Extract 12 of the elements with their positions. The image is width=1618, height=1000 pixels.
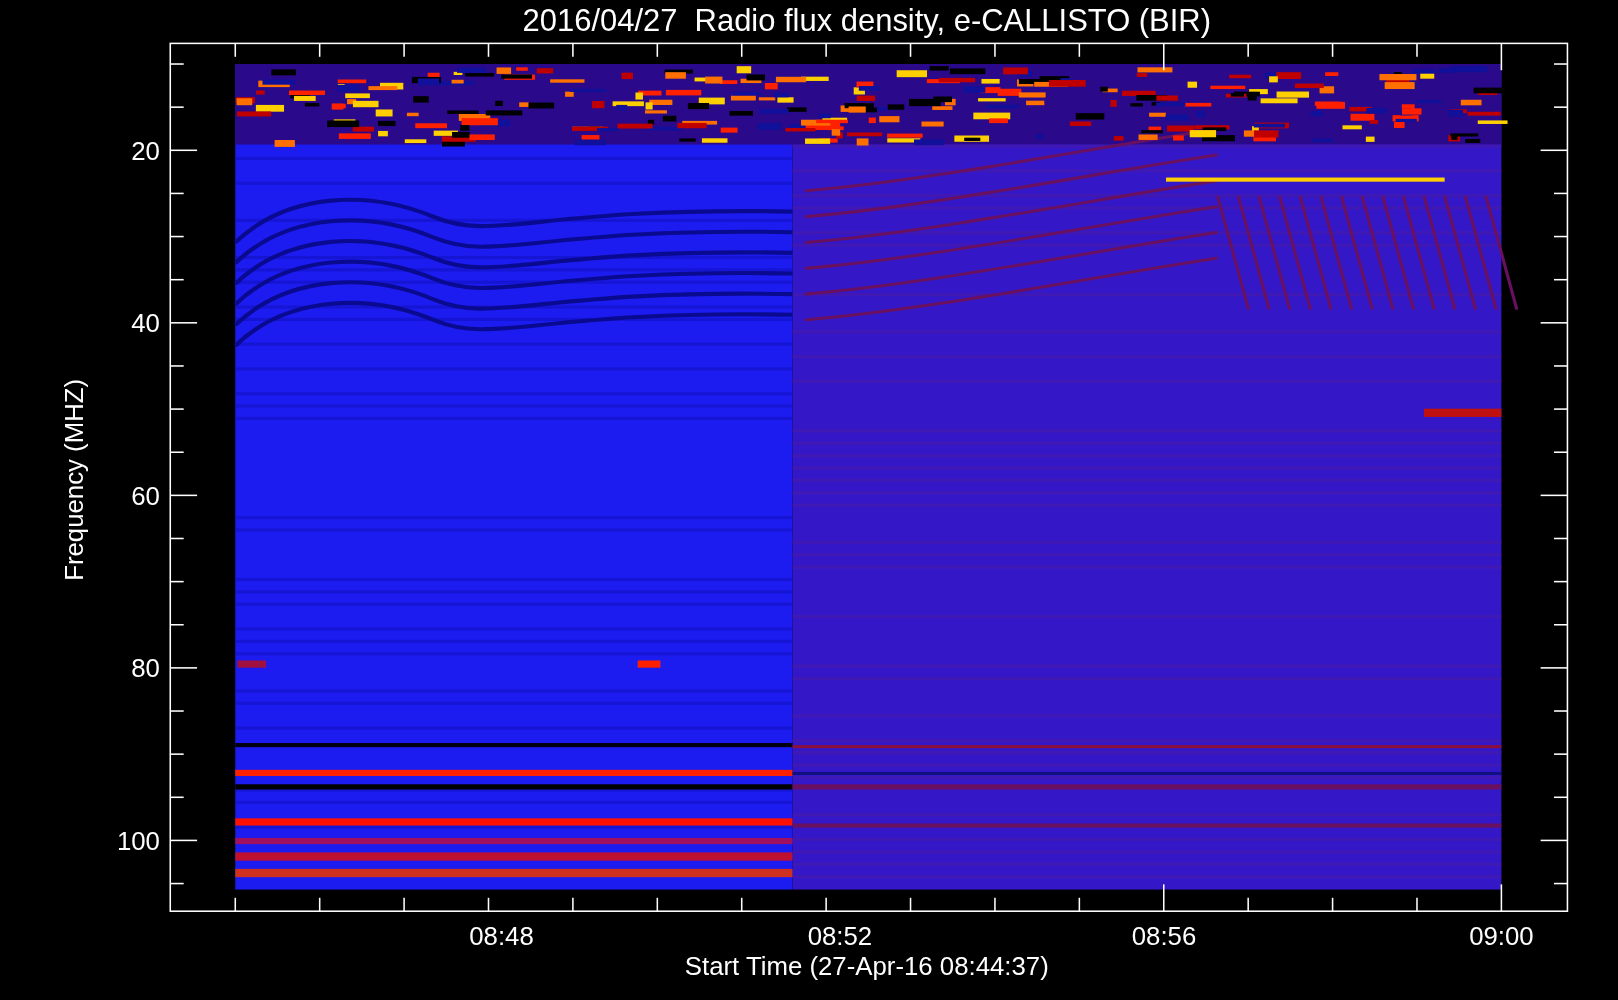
x-axis-label: Start Time (27-Apr-16 08:44:37) <box>684 952 1049 981</box>
y-tick-label: 20 <box>131 137 160 165</box>
y-tick-label: 100 <box>116 827 160 856</box>
x-tick-label: 08:56 <box>1131 922 1197 951</box>
x-tick-label: 09:00 <box>1469 922 1534 951</box>
y-axis-label: Frequency (MHZ) <box>59 378 88 581</box>
y-tick-label: 80 <box>131 653 160 682</box>
x-tick-label: 08:52 <box>807 922 873 951</box>
y-tick-label: 40 <box>131 309 160 338</box>
y-tick-label: 60 <box>131 481 160 510</box>
chart-title: 2016/04/27 Radio flux density, e-CALLISTO (BIR) <box>522 3 1211 38</box>
x-tick-label: 08:48 <box>469 922 534 951</box>
